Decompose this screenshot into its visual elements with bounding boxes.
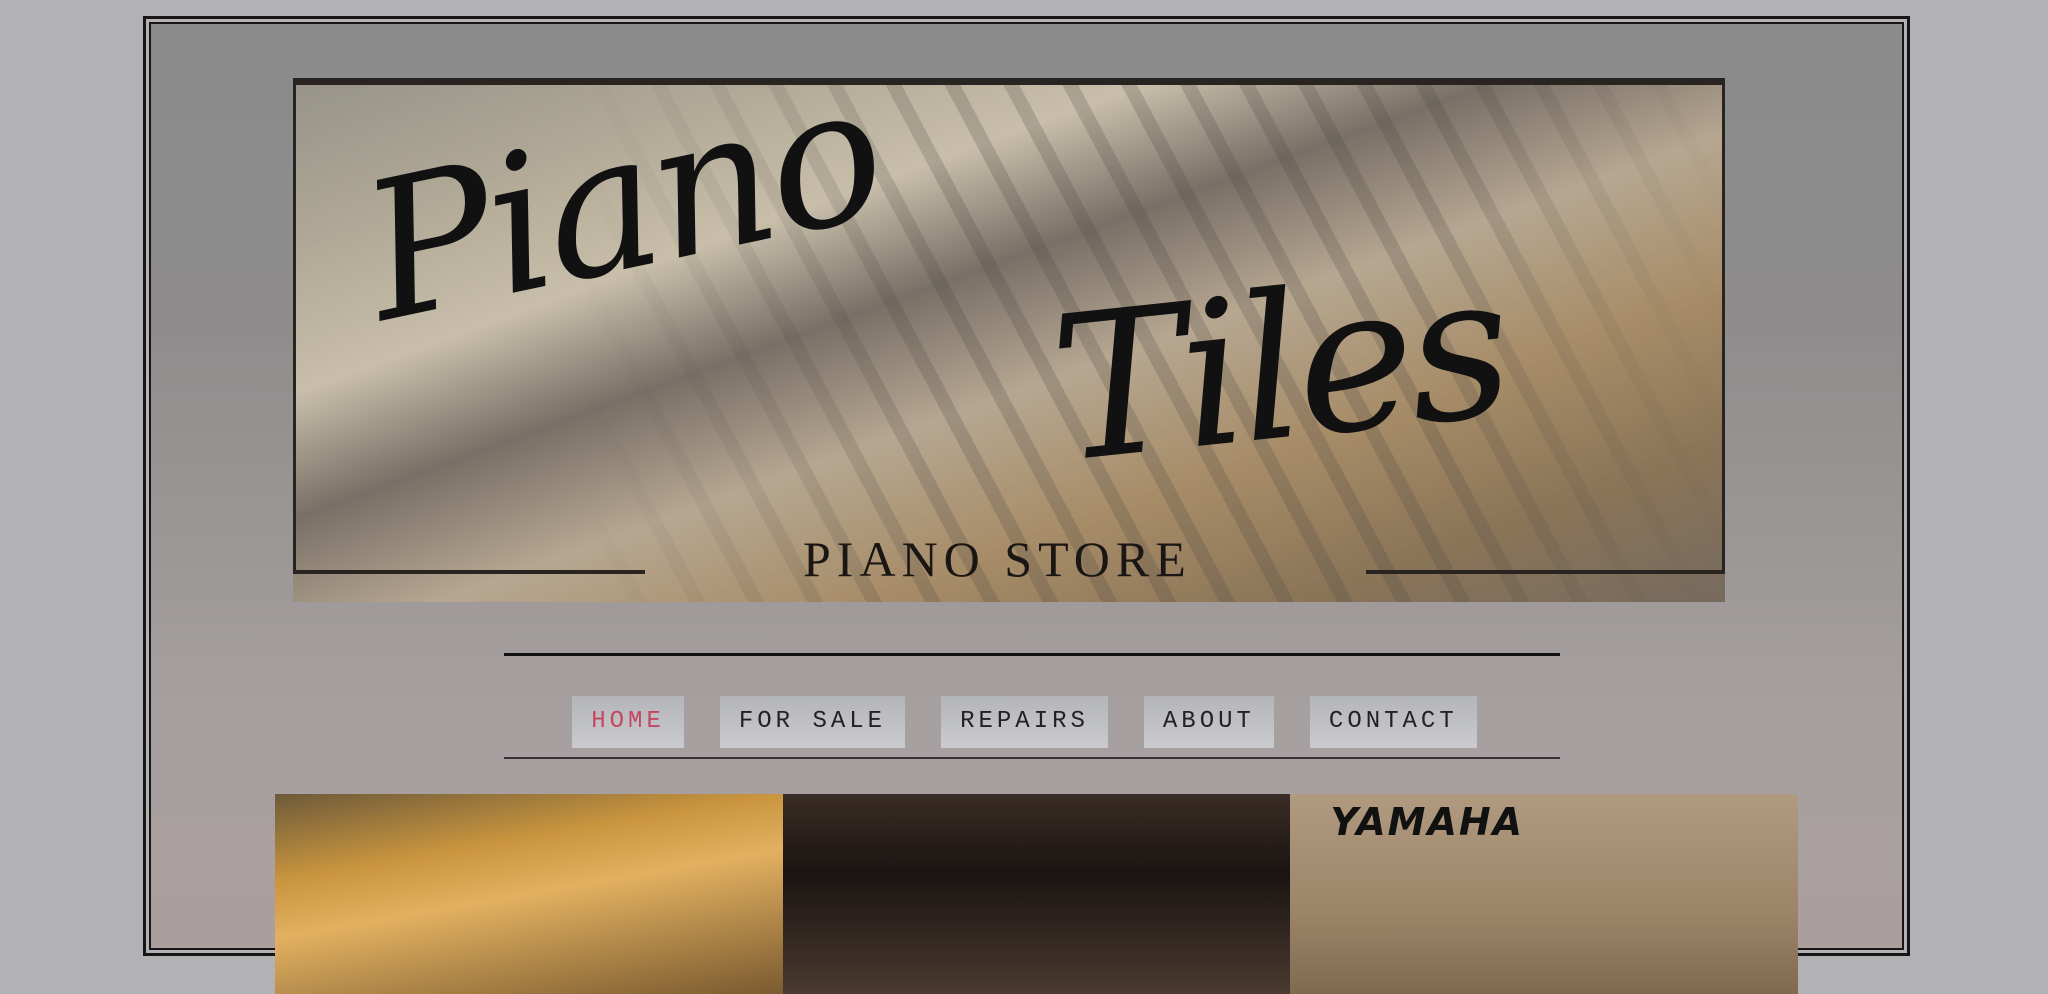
nav-divider-bottom [504,757,1560,759]
page-content: Piano Tiles PIANO STORE HOME FOR SALE RE… [149,22,1904,994]
yamaha-brand-text: YAMAHA [1330,800,1525,844]
nav-for-sale[interactable]: FOR SALE [719,696,906,748]
logo-subtitle: PIANO STORE [803,531,1192,587]
page-frame: Piano Tiles PIANO STORE HOME FOR SALE RE… [143,16,1910,994]
logo-line-right [1366,570,1725,574]
nav-about[interactable]: ABOUT [1143,696,1274,748]
photo-gallery: YAMAHA [275,794,1799,994]
header-banner-logo: Piano Tiles PIANO STORE [293,78,1725,602]
gallery-image-yamaha-piano: YAMAHA [1290,794,1799,994]
gallery-image-piano-keys [275,794,783,994]
nav-divider-top [504,653,1560,656]
logo-script-tiles: Tiles [1042,228,1517,509]
main-nav: HOME FOR SALE REPAIRS ABOUT CONTACT [149,696,1900,748]
nav-home[interactable]: HOME [572,696,684,748]
nav-contact[interactable]: CONTACT [1309,696,1477,748]
nav-repairs[interactable]: REPAIRS [941,696,1108,748]
logo-line-left [293,570,645,574]
gallery-image-grand-piano [782,794,1291,994]
